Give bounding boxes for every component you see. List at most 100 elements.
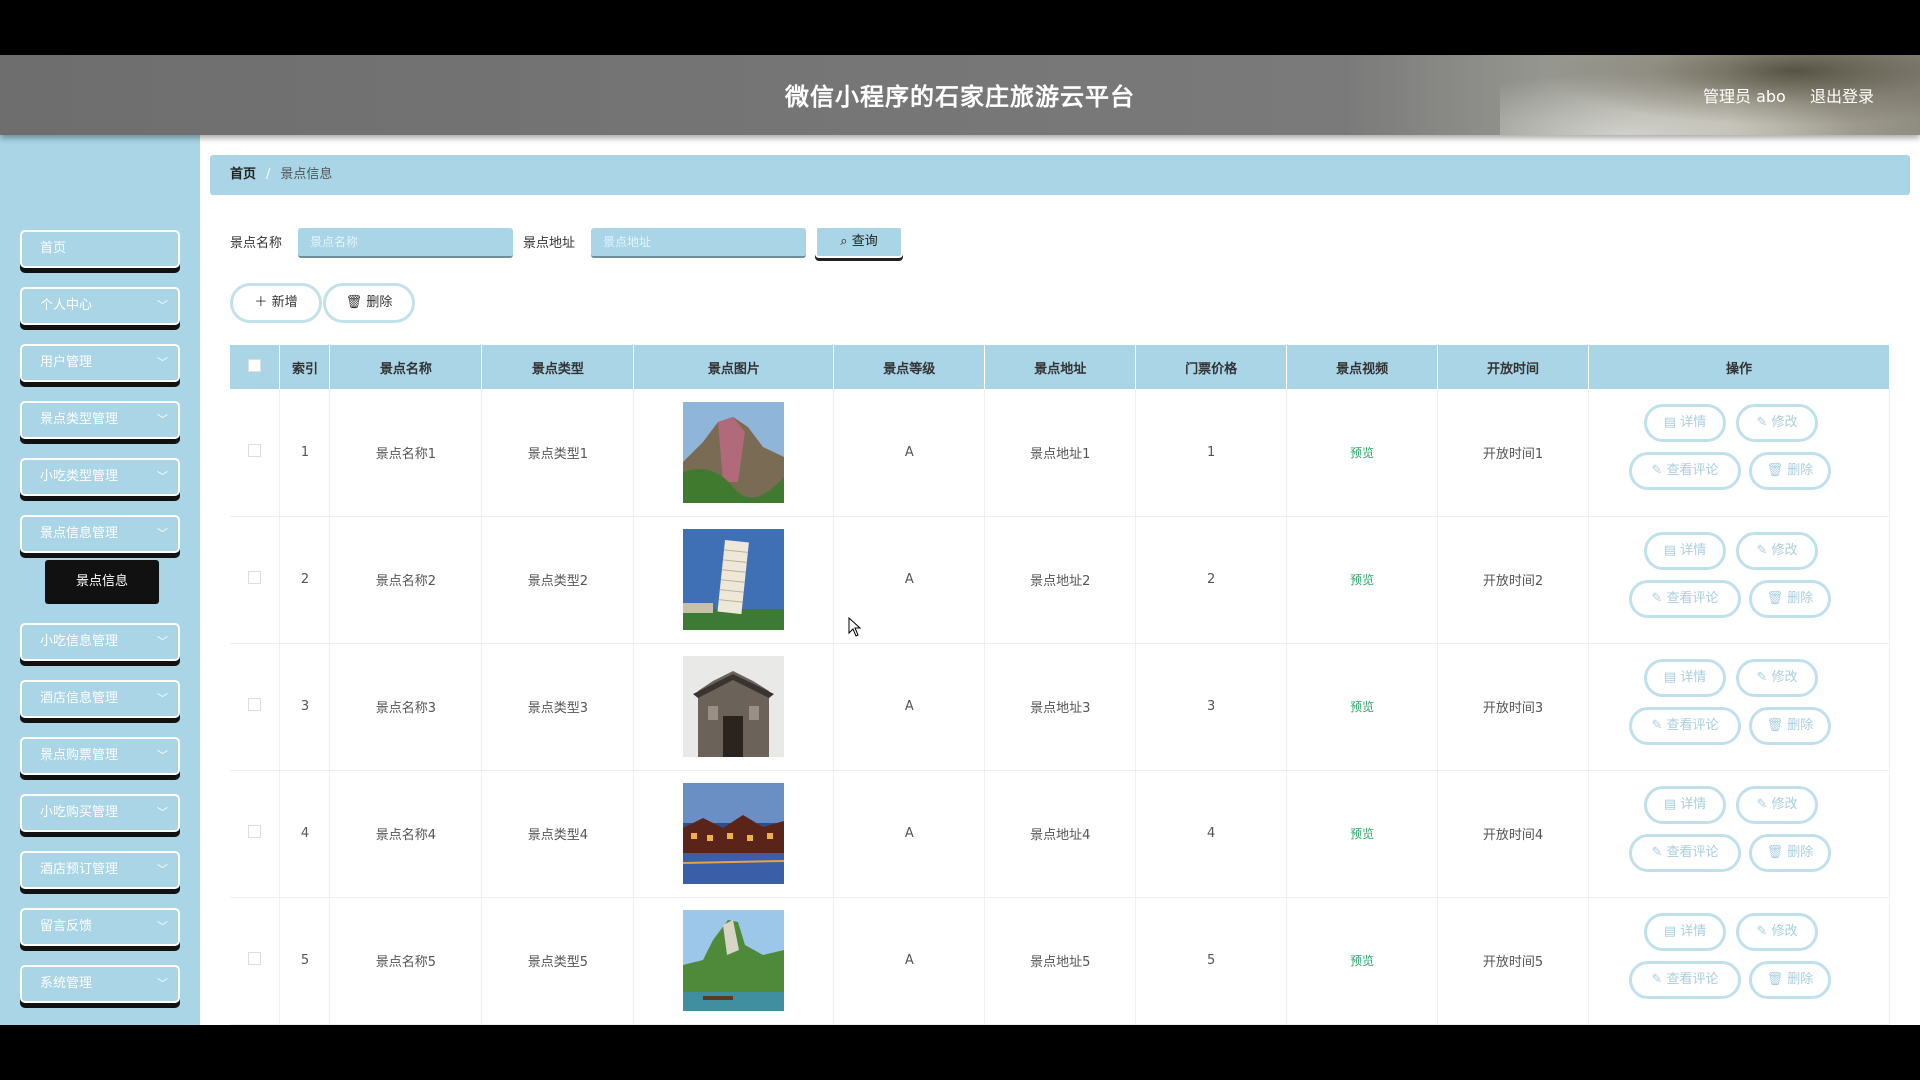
sidebar-item-label: 系统管理 bbox=[40, 976, 93, 991]
spot-address-input[interactable] bbox=[591, 228, 806, 258]
view-comments-button[interactable]: ✎ 查看评论 bbox=[1628, 452, 1741, 491]
chevron-down-icon: ﹀ bbox=[157, 806, 168, 819]
table-row: 3 景点名称3 景点类型3 A 景点地址3 3 预览 开放时间3 ▤ 详情 ✎ … bbox=[230, 643, 1891, 771]
pencil-icon: ✎ bbox=[1756, 923, 1768, 939]
trash-icon: 🗑 bbox=[1766, 844, 1784, 860]
column-header: 操作 bbox=[1588, 345, 1891, 389]
video-preview-link[interactable]: 预览 bbox=[1350, 573, 1374, 587]
edit-button[interactable]: ✎ 修改 bbox=[1735, 912, 1818, 951]
row-delete-button[interactable]: 🗑 删除 bbox=[1748, 706, 1831, 745]
document-icon: ▤ bbox=[1663, 415, 1677, 431]
sidebar-item-home[interactable]: 首页 bbox=[20, 230, 180, 268]
sidebar-item-users[interactable]: 用户管理 ﹀ bbox=[20, 344, 180, 382]
sidebar-item-label: 景点类型管理 bbox=[40, 412, 119, 427]
view-comments-button[interactable]: ✎ 查看评论 bbox=[1628, 579, 1741, 618]
edit-button[interactable]: ✎ 修改 bbox=[1735, 785, 1818, 824]
edit-button[interactable]: ✎ 修改 bbox=[1735, 531, 1818, 570]
ticket-price-cell: 3 bbox=[1135, 643, 1288, 771]
pencil-icon: ✎ bbox=[1756, 796, 1768, 812]
row-actions: ▤ 详情 ✎ 修改 ✎ 查看评论 🗑 删除 bbox=[1628, 402, 1849, 502]
row-delete-button[interactable]: 🗑 删除 bbox=[1748, 960, 1831, 999]
add-button[interactable]: ＋ 新增 bbox=[230, 283, 322, 323]
video-preview-link[interactable]: 预览 bbox=[1350, 446, 1374, 460]
row-delete-button[interactable]: 🗑 删除 bbox=[1748, 833, 1831, 872]
video-preview-link[interactable]: 预览 bbox=[1350, 827, 1374, 841]
spot-type-cell: 景点类型3 bbox=[481, 643, 635, 771]
detail-button[interactable]: ▤ 详情 bbox=[1643, 531, 1726, 570]
sidebar-item-hotel-info[interactable]: 酒店信息管理 ﹀ bbox=[20, 680, 180, 718]
pencil-icon: ✎ bbox=[1651, 844, 1663, 860]
batch-delete-button[interactable]: 🗑 删除 bbox=[323, 283, 415, 323]
sidebar-item-snack-info[interactable]: 小吃信息管理 ﹀ bbox=[20, 623, 180, 661]
detail-button-label: 详情 bbox=[1680, 415, 1707, 431]
row-checkbox[interactable] bbox=[248, 698, 262, 711]
row-checkbox[interactable] bbox=[248, 952, 262, 965]
submenu-spot-info[interactable]: 景点信息 bbox=[45, 560, 159, 604]
view-comments-button[interactable]: ✎ 查看评论 bbox=[1628, 706, 1741, 745]
spot-image[interactable] bbox=[683, 783, 785, 884]
chevron-down-icon: ﹀ bbox=[157, 749, 168, 762]
sidebar-item-system[interactable]: 系统管理 ﹀ bbox=[20, 965, 180, 1003]
sidebar-item-hotel-bookings[interactable]: 酒店预订管理 ﹀ bbox=[20, 851, 180, 889]
query-button[interactable]: ⌕ 查询 bbox=[815, 226, 903, 258]
spot-video-cell: 预览 bbox=[1286, 389, 1439, 517]
detail-button[interactable]: ▤ 详情 bbox=[1643, 785, 1726, 824]
view-comments-label: 查看评论 bbox=[1666, 971, 1719, 987]
view-comments-button[interactable]: ✎ 查看评论 bbox=[1628, 833, 1741, 872]
table-header-row: 索引 景点名称 景点类型 景点图片 景点等级 景点地址 门票价格 景点视频 开放… bbox=[230, 345, 1891, 389]
detail-button[interactable]: ▤ 详情 bbox=[1643, 404, 1726, 443]
spot-name-cell: 景点名称3 bbox=[329, 643, 483, 771]
row-delete-button[interactable]: 🗑 删除 bbox=[1748, 579, 1831, 618]
spot-address-cell: 景点地址3 bbox=[984, 643, 1137, 771]
spot-address-cell: 景点地址4 bbox=[984, 770, 1137, 898]
sidebar-item-spot-tickets[interactable]: 景点购票管理 ﹀ bbox=[20, 737, 180, 775]
app-frame: 微信小程序的石家庄旅游云平台 管理员 abo 退出登录 首页 个人中心 ﹀ 用户管… bbox=[0, 55, 1920, 1025]
sidebar-item-label: 个人中心 bbox=[40, 298, 93, 313]
chevron-down-icon: ﹀ bbox=[157, 527, 168, 540]
breadcrumb-home[interactable]: 首页 bbox=[230, 167, 256, 182]
spot-level-cell: A bbox=[833, 643, 986, 771]
operations-cell: ▤ 详情 ✎ 修改 ✎ 查看评论 🗑 删除 bbox=[1588, 897, 1891, 1025]
operations-cell: ▤ 详情 ✎ 修改 ✎ 查看评论 🗑 删除 bbox=[1588, 516, 1891, 644]
row-checkbox[interactable] bbox=[248, 825, 262, 838]
sidebar-item-spot-types[interactable]: 景点类型管理 ﹀ bbox=[20, 401, 180, 439]
ticket-price-cell: 1 bbox=[1135, 389, 1288, 517]
sidebar-item-snack-purchases[interactable]: 小吃购买管理 ﹀ bbox=[20, 794, 180, 832]
row-checkbox[interactable] bbox=[248, 571, 262, 584]
trash-icon: 🗑 bbox=[1766, 971, 1784, 987]
open-time-cell: 开放时间2 bbox=[1437, 516, 1589, 644]
breadcrumb-current: 景点信息 bbox=[280, 167, 333, 182]
edit-button-label: 修改 bbox=[1771, 796, 1798, 812]
spot-image[interactable] bbox=[683, 401, 785, 503]
edit-button[interactable]: ✎ 修改 bbox=[1735, 658, 1818, 697]
spot-video-cell: 预览 bbox=[1286, 516, 1439, 644]
row-delete-button[interactable]: 🗑 删除 bbox=[1748, 452, 1831, 491]
spot-image[interactable] bbox=[683, 529, 785, 630]
select-all-checkbox[interactable] bbox=[248, 358, 262, 372]
spot-type-cell: 景点类型4 bbox=[481, 770, 635, 898]
spot-name-input[interactable] bbox=[298, 228, 513, 258]
video-preview-link[interactable]: 预览 bbox=[1350, 700, 1374, 714]
table-row: 1 景点名称1 景点类型1 A 景点地址1 1 预览 开放时间1 ▤ 详情 ✎ … bbox=[230, 389, 1891, 517]
detail-button[interactable]: ▤ 详情 bbox=[1643, 912, 1726, 951]
open-time-cell: 开放时间5 bbox=[1437, 897, 1589, 1025]
batch-delete-label: 删除 bbox=[366, 295, 393, 310]
sidebar-item-snack-types[interactable]: 小吃类型管理 ﹀ bbox=[20, 458, 180, 496]
chevron-down-icon: ﹀ bbox=[157, 920, 168, 933]
spot-image[interactable] bbox=[683, 910, 785, 1011]
detail-button[interactable]: ▤ 详情 bbox=[1643, 658, 1726, 697]
sidebar-item-feedback[interactable]: 留言反馈 ﹀ bbox=[20, 908, 180, 946]
logout-link[interactable]: 退出登录 bbox=[1810, 83, 1874, 107]
spot-image[interactable] bbox=[683, 656, 785, 757]
edit-button[interactable]: ✎ 修改 bbox=[1735, 404, 1818, 443]
video-preview-link[interactable]: 预览 bbox=[1350, 954, 1374, 968]
row-checkbox[interactable] bbox=[248, 443, 262, 457]
sidebar-item-profile[interactable]: 个人中心 ﹀ bbox=[20, 287, 180, 325]
spot-image-cell bbox=[633, 389, 835, 517]
spot-name-cell: 景点名称2 bbox=[329, 516, 483, 644]
sidebar-item-spot-info[interactable]: 景点信息管理 ﹀ bbox=[20, 515, 180, 553]
spot-level-cell: A bbox=[833, 770, 986, 898]
breadcrumb: 首页 / 景点信息 bbox=[210, 155, 1910, 195]
view-comments-label: 查看评论 bbox=[1666, 717, 1719, 733]
view-comments-button[interactable]: ✎ 查看评论 bbox=[1628, 960, 1741, 999]
